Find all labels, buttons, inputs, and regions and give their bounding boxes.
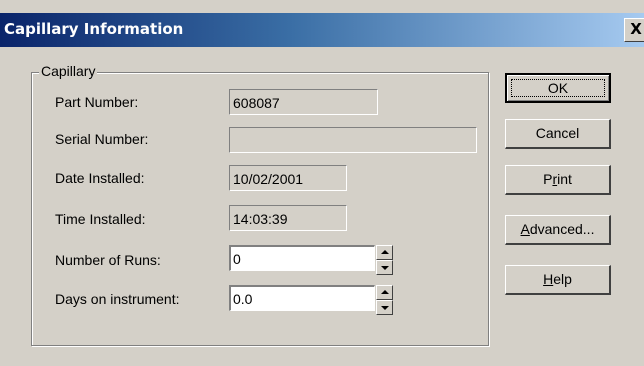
up-arrow-icon xyxy=(381,250,389,254)
date-installed-label: Date Installed: xyxy=(55,170,145,186)
help-button-label: Help xyxy=(543,271,572,287)
dialog-body: Capillary Part Number: 608087 Serial Num… xyxy=(0,47,644,366)
serial-number-field xyxy=(229,127,477,153)
number-of-runs-spinner xyxy=(376,245,393,275)
cancel-button[interactable]: Cancel xyxy=(505,119,611,149)
number-of-runs-decrement-button[interactable] xyxy=(376,260,393,275)
days-on-instrument-increment-button[interactable] xyxy=(376,285,393,300)
capillary-groupbox: Capillary Part Number: 608087 Serial Num… xyxy=(31,63,489,346)
close-icon: X xyxy=(630,20,642,38)
capillary-group-label: Capillary xyxy=(39,63,98,79)
title-bar[interactable]: Capillary Information X xyxy=(0,13,644,47)
help-button[interactable]: Help xyxy=(505,265,611,295)
days-on-instrument-label: Days on instrument: xyxy=(55,291,180,307)
time-installed-label: Time Installed: xyxy=(55,211,146,227)
time-installed-field: 14:03:39 xyxy=(229,205,347,231)
part-number-label: Part Number: xyxy=(55,94,139,110)
ok-button[interactable]: OK xyxy=(505,73,611,103)
print-button[interactable]: Print xyxy=(505,165,611,195)
down-arrow-icon xyxy=(381,266,389,270)
number-of-runs-input[interactable]: 0 xyxy=(229,245,375,271)
days-on-instrument-decrement-button[interactable] xyxy=(376,300,393,315)
down-arrow-icon xyxy=(381,306,389,310)
dialog-title: Capillary Information xyxy=(4,20,184,38)
print-button-label: Print xyxy=(543,171,572,187)
days-on-instrument-spinner xyxy=(376,285,393,315)
part-number-field: 608087 xyxy=(229,89,378,115)
capillary-information-dialog: Capillary Information X Capillary Part N… xyxy=(0,0,644,366)
advanced-button[interactable]: Advanced... xyxy=(505,215,611,245)
serial-number-label: Serial Number: xyxy=(55,131,149,147)
number-of-runs-label: Number of Runs: xyxy=(55,252,161,268)
date-installed-field: 10/02/2001 xyxy=(229,165,347,191)
days-on-instrument-input[interactable]: 0.0 xyxy=(229,285,375,311)
number-of-runs-increment-button[interactable] xyxy=(376,245,393,260)
up-arrow-icon xyxy=(381,290,389,294)
cancel-button-label: Cancel xyxy=(535,125,580,141)
close-button[interactable]: X xyxy=(624,18,644,42)
advanced-button-label: Advanced... xyxy=(520,221,595,237)
ok-button-label: OK xyxy=(547,80,569,96)
